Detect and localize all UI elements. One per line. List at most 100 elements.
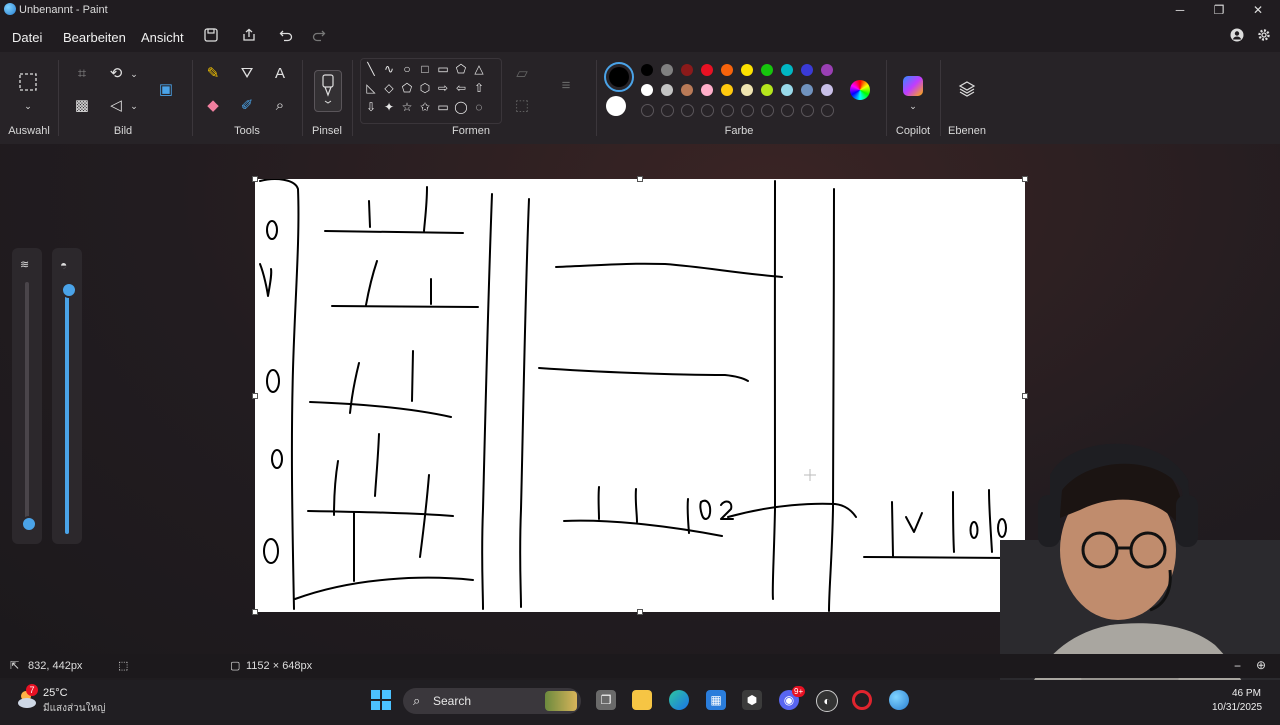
account-icon[interactable] — [1226, 27, 1248, 47]
file-explorer-icon[interactable] — [632, 690, 652, 710]
six-point-star-shape-icon[interactable]: ✩ — [417, 99, 433, 115]
color-swatch[interactable] — [721, 84, 733, 96]
text-tool-icon[interactable]: A — [270, 64, 290, 84]
four-point-star-shape-icon[interactable]: ✦ — [381, 99, 397, 115]
flip-icon[interactable]: ◁ — [106, 96, 126, 116]
color-swatch[interactable] — [721, 64, 733, 76]
color-swatch[interactable] — [821, 64, 833, 76]
custom-color-slot[interactable] — [721, 104, 734, 117]
custom-color-slot[interactable] — [701, 104, 714, 117]
magnifier-icon[interactable]: ⌕ — [270, 96, 290, 116]
drawing-canvas[interactable] — [252, 176, 1028, 615]
paint-taskbar-icon[interactable] — [889, 690, 909, 710]
up-arrow-shape-icon[interactable]: ⇧ — [471, 80, 487, 96]
right-triangle-shape-icon[interactable]: ◺ — [363, 80, 379, 96]
resize-handle[interactable] — [637, 609, 643, 615]
down-arrow-shape-icon[interactable]: ⇩ — [363, 99, 379, 115]
obs-icon[interactable]: ◐ — [816, 690, 838, 712]
resize-handle[interactable] — [637, 176, 643, 182]
shape-fill-icon[interactable]: ⬚ — [512, 96, 532, 116]
image-properties-icon[interactable]: ▣ — [156, 80, 176, 100]
color-swatch[interactable] — [701, 64, 713, 76]
color-swatch[interactable] — [821, 84, 833, 96]
color-swatch[interactable] — [741, 64, 753, 76]
eraser-icon[interactable]: ◆ — [203, 96, 223, 116]
color-swatch[interactable] — [661, 64, 673, 76]
diamond-shape-icon[interactable]: ◇ — [381, 80, 397, 96]
color-swatch[interactable] — [701, 84, 713, 96]
color-swatch[interactable] — [761, 84, 773, 96]
edge-icon[interactable] — [669, 690, 689, 710]
copilot-dropdown-icon[interactable]: ⌄ — [903, 96, 923, 116]
resize-handle[interactable] — [1022, 176, 1028, 182]
pencil-icon[interactable]: ✎ — [203, 64, 223, 84]
crop-icon[interactable]: ⌗ — [72, 64, 92, 84]
opacity-slider-thumb[interactable] — [61, 282, 77, 298]
maximize-button[interactable]: ❐ — [1199, 0, 1239, 22]
save-icon[interactable] — [200, 27, 222, 47]
polygon-shape-icon[interactable]: ⬠ — [453, 61, 469, 77]
close-button[interactable]: ✕ — [1238, 0, 1278, 22]
minimize-button[interactable]: ─ — [1160, 0, 1200, 22]
task-view-icon[interactable]: ❐ — [596, 690, 616, 710]
custom-color-slot[interactable] — [801, 104, 814, 117]
size-slider-track[interactable] — [25, 282, 29, 522]
rounded-rectangle-shape-icon[interactable]: ▭ — [435, 61, 451, 77]
left-arrow-shape-icon[interactable]: ⇦ — [453, 80, 469, 96]
undo-icon[interactable] — [275, 27, 297, 47]
primary-color-selector[interactable] — [604, 62, 634, 92]
color-swatch[interactable] — [761, 64, 773, 76]
callout-cloud-shape-icon[interactable]: ◌ — [471, 99, 487, 115]
custom-color-slot[interactable] — [821, 104, 834, 117]
flip-dropdown-icon[interactable]: ⌄ — [124, 96, 144, 116]
menu-file[interactable]: Datei — [12, 30, 42, 45]
selection-dropdown-icon[interactable]: ⌄ — [18, 96, 38, 116]
pentagon-shape-icon[interactable]: ⬠ — [399, 80, 415, 96]
selection-icon[interactable] — [18, 72, 38, 92]
start-icon[interactable] — [371, 690, 391, 710]
edit-colors-icon[interactable] — [850, 80, 870, 100]
zoom-out-icon[interactable]: − — [1234, 659, 1241, 673]
redo-icon[interactable] — [308, 27, 330, 47]
rotate-dropdown-icon[interactable]: ⌄ — [124, 64, 144, 84]
taskbar-search[interactable]: ⌕ Search — [403, 688, 581, 714]
share-icon[interactable] — [238, 27, 260, 47]
triangle-shape-icon[interactable]: △ — [471, 61, 487, 77]
color-swatch[interactable] — [661, 84, 673, 96]
size-slider-thumb[interactable] — [21, 516, 37, 532]
menu-edit[interactable]: Bearbeiten — [63, 30, 126, 45]
five-point-star-shape-icon[interactable]: ☆ — [399, 99, 415, 115]
color-swatch[interactable] — [681, 64, 693, 76]
outline-icon[interactable]: ▱ — [512, 64, 532, 84]
color-swatch[interactable] — [641, 84, 653, 96]
resize-handle[interactable] — [252, 609, 258, 615]
right-arrow-shape-icon[interactable]: ⇨ — [435, 80, 451, 96]
hexagon-shape-icon[interactable]: ⬡ — [417, 80, 433, 96]
rotate-icon[interactable]: ⟲ — [106, 64, 126, 84]
copilot-icon[interactable] — [903, 76, 923, 96]
color-swatch[interactable] — [741, 84, 753, 96]
oval-shape-icon[interactable]: ○ — [399, 61, 415, 77]
callout-oval-shape-icon[interactable]: ◯ — [453, 99, 469, 115]
color-swatch[interactable] — [781, 84, 793, 96]
resize-handle[interactable] — [252, 176, 258, 182]
color-swatch[interactable] — [641, 64, 653, 76]
curve-shape-icon[interactable]: ∿ — [381, 61, 397, 77]
callout-rect-shape-icon[interactable]: ▭ — [435, 99, 451, 115]
layers-icon[interactable] — [957, 80, 977, 100]
zoom-in-icon[interactable]: ⊕ — [1256, 658, 1266, 672]
custom-color-slot[interactable] — [661, 104, 674, 117]
opera-icon[interactable] — [852, 690, 872, 710]
app-icon[interactable]: ⬢ — [742, 690, 762, 710]
custom-color-slot[interactable] — [781, 104, 794, 117]
color-swatch[interactable] — [801, 84, 813, 96]
secondary-color-swatch[interactable] — [606, 96, 626, 116]
shape-size-icon[interactable]: ≡ — [556, 76, 576, 96]
menu-view[interactable]: Ansicht — [141, 30, 184, 45]
rectangle-shape-icon[interactable]: □ — [417, 61, 433, 77]
color-swatch[interactable] — [801, 64, 813, 76]
color-swatch[interactable] — [781, 64, 793, 76]
custom-color-slot[interactable] — [741, 104, 754, 117]
custom-color-slot[interactable] — [641, 104, 654, 117]
custom-color-slot[interactable] — [761, 104, 774, 117]
